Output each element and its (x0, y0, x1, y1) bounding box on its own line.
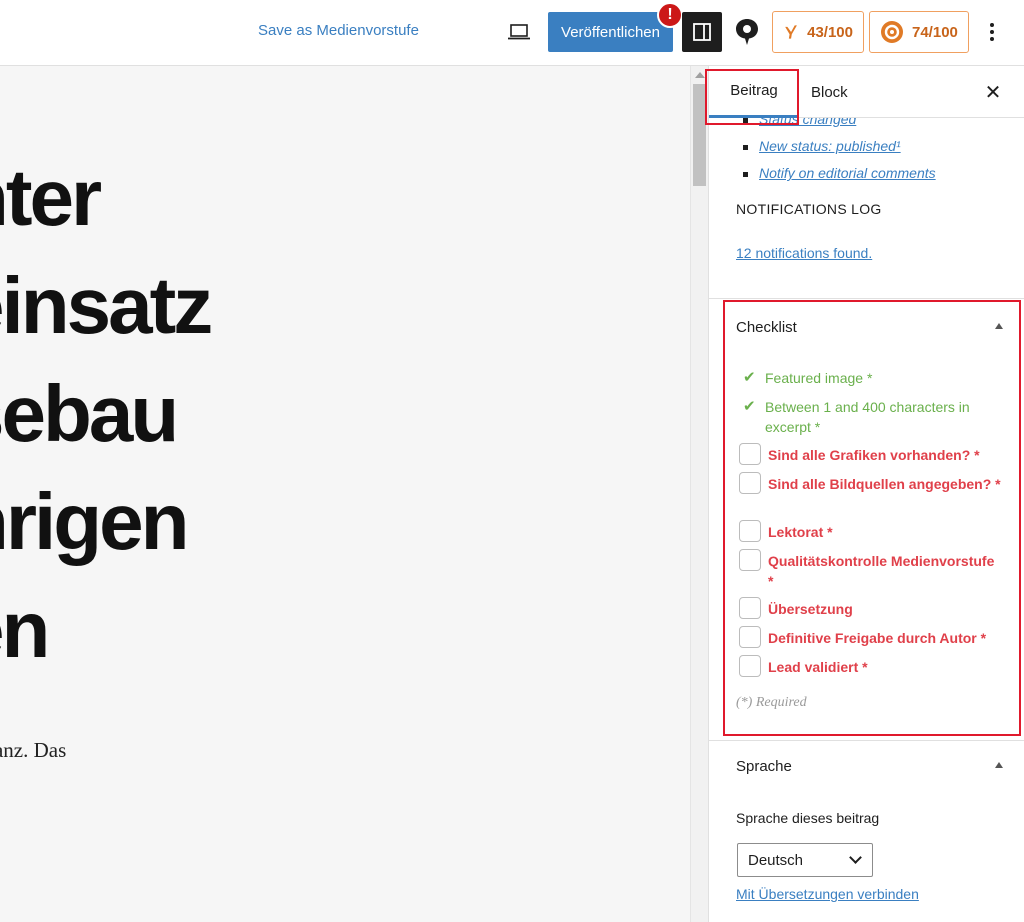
close-sidebar-button[interactable]: ✕ (981, 80, 1005, 104)
editor-canvas[interactable]: nter einsatz sebau nrigen en dem e-Bilan… (0, 66, 690, 922)
dot-icon (990, 23, 994, 27)
language-label: Sprache dieses beitrag (736, 810, 880, 826)
divider (709, 298, 1024, 299)
preview-button[interactable] (506, 20, 532, 44)
highlight-box-tab (705, 69, 799, 125)
notifications-log-heading: NOTIFICATIONS LOG (736, 201, 882, 217)
sidebar-layout-icon (693, 23, 711, 41)
seo-score-button[interactable]: 43/100 (772, 11, 864, 53)
scroll-up-arrow-icon[interactable] (695, 72, 705, 78)
post-title[interactable]: nter einsatz sebau nrigen en (0, 144, 213, 684)
editor-scrollbar[interactable] (690, 66, 708, 922)
laptop-icon (508, 24, 530, 40)
notifications-found-link[interactable]: 12 notifications found. (736, 245, 872, 261)
collapse-caret-icon[interactable] (995, 762, 1003, 768)
close-icon: ✕ (984, 81, 1002, 104)
settings-sidebar: Status changed New status: published¹ No… (705, 66, 1024, 922)
language-select[interactable]: Deutsch (737, 843, 873, 877)
readability-score-value: 74/100 (912, 23, 958, 41)
publish-button[interactable]: Veröffentlichen (548, 12, 673, 52)
readability-gear-icon (881, 21, 903, 43)
alert-badge: ! (657, 2, 683, 28)
highlight-box-checklist (723, 300, 1021, 736)
link-translations-link[interactable]: Mit Übersetzungen verbinden (736, 886, 919, 902)
list-item[interactable]: Notify on editorial comments (743, 160, 936, 187)
settings-toggle-button[interactable] (682, 12, 722, 52)
yoast-icon (785, 25, 797, 39)
language-panel-title[interactable]: Sprache (736, 758, 792, 775)
tab-block[interactable]: Block (811, 66, 848, 118)
dot-icon (990, 30, 994, 34)
comment-bubble-icon (736, 19, 758, 45)
dot-icon (990, 37, 994, 41)
chevron-down-icon (849, 851, 862, 864)
top-toolbar: Save as Medienvorstufe Veröffentlichen !… (0, 0, 1024, 66)
seo-score-value: 43/100 (807, 23, 853, 41)
options-menu-button[interactable] (982, 18, 1002, 46)
save-draft-button[interactable]: Save as Medienvorstufe (258, 22, 419, 39)
comment-button[interactable] (732, 16, 762, 48)
list-item[interactable]: New status: published¹ (743, 133, 936, 160)
divider (709, 740, 1024, 741)
post-body-paragraph[interactable]: dem e-Bilanz. Das elt zu (0, 698, 66, 803)
readability-score-button[interactable]: 74/100 (869, 11, 969, 53)
